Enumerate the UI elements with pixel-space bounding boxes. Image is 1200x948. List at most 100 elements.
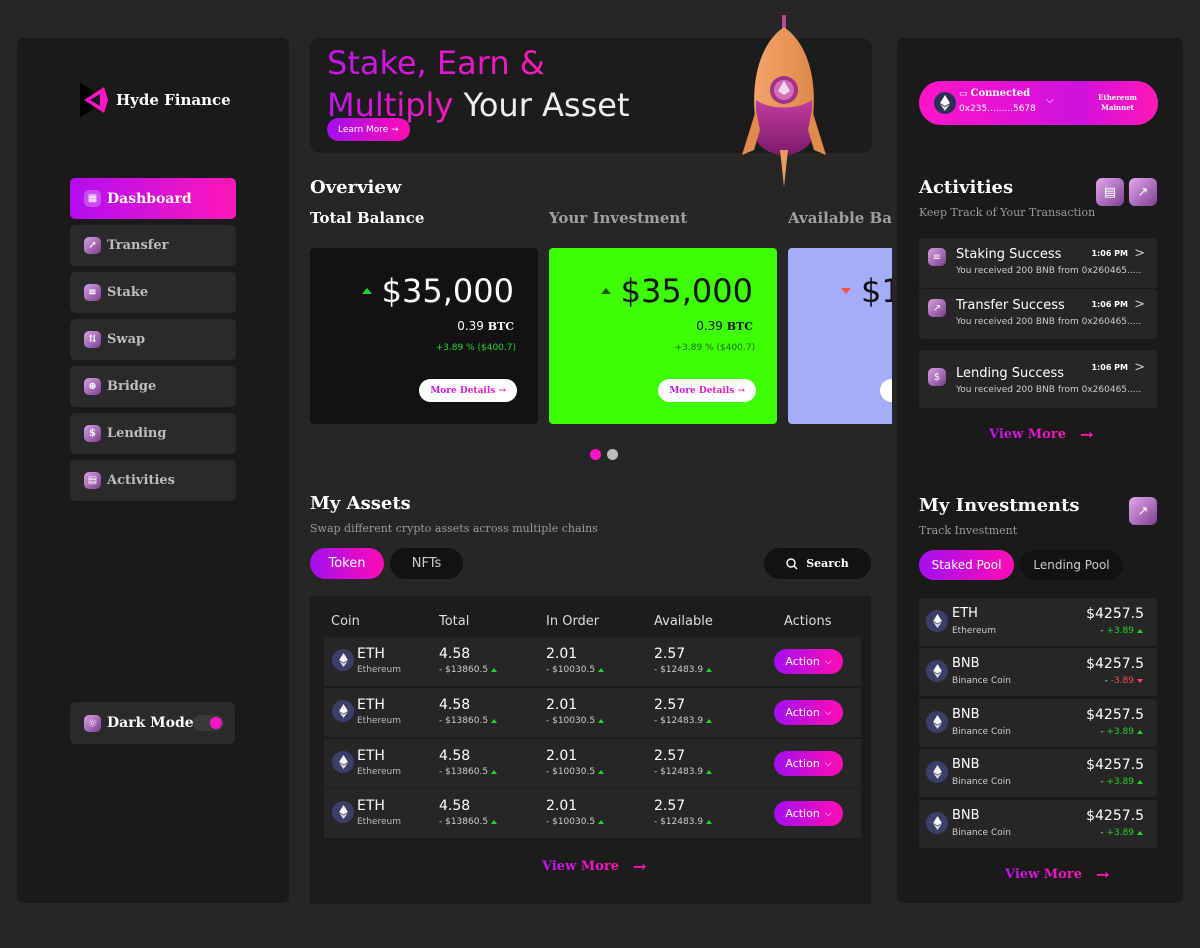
investment-item[interactable]: BNB Binance Coin $4257.5 - +3.89 xyxy=(919,749,1157,797)
investment-amount: $35,000 xyxy=(600,272,753,310)
rocket-illustration xyxy=(742,15,826,187)
sidebar-item-transfer[interactable]: ↗ Transfer xyxy=(70,225,236,266)
assets-view-more-link[interactable]: View More → xyxy=(542,857,646,876)
column-header: Available xyxy=(654,614,713,629)
activity-item[interactable]: ≡ Staking Success You received 200 BNB fro… xyxy=(919,238,1157,288)
available-usd: - $12483.9 xyxy=(654,817,713,827)
calendar-filter-button[interactable]: ▤ xyxy=(1096,178,1124,206)
investments-export-button[interactable]: ↗ xyxy=(1129,497,1157,525)
chevron-down-icon: ⌵ xyxy=(824,707,832,718)
investment-item[interactable]: BNB Binance Coin $4257.5 - +3.89 xyxy=(919,699,1157,747)
ethereum-icon xyxy=(332,649,354,671)
available-usd: - $12483.9 xyxy=(654,716,713,726)
sidebar-item-label: Swap xyxy=(107,332,146,347)
table-row: ETH Ethereum 4.58 - $13860.5 2.01 - $10030.5 2… xyxy=(324,739,861,788)
more-details-button[interactable] xyxy=(880,379,892,402)
activities-view-more-link[interactable]: View More → xyxy=(989,425,1093,444)
coin-chain: Ethereum xyxy=(357,817,401,827)
brand-logo[interactable]: Hyde Finance xyxy=(80,83,231,117)
brand-name: Hyde Finance xyxy=(116,91,231,109)
sidebar-item-stake[interactable]: ≡ Stake xyxy=(70,272,236,313)
investment-item[interactable]: BNB Binance Coin $4257.5 - -3.89 xyxy=(919,648,1157,696)
investment-symbol: BNB xyxy=(952,757,980,772)
column-header: Actions xyxy=(784,614,832,629)
search-icon xyxy=(786,557,798,569)
activity-item[interactable]: $ Lending Success You received 200 BNB fro… xyxy=(919,350,1157,408)
export-button[interactable]: ↗ xyxy=(1129,178,1157,206)
activity-time: 1:06 PM xyxy=(1091,249,1128,258)
balance-change: +3.89 % ($400.7) xyxy=(435,343,516,353)
more-details-button[interactable]: More Details → xyxy=(658,379,756,402)
investment-name: Binance Coin xyxy=(952,777,1011,787)
investment-name: Binance Coin xyxy=(952,676,1011,686)
sidebar: Hyde Finance ▦ Dashboard ↗ Transfer ≡ St… xyxy=(17,38,289,903)
chevron-down-icon[interactable]: ⌵ xyxy=(1046,95,1054,106)
dark-mode-toggle[interactable] xyxy=(193,715,224,731)
total-usd: - $13860.5 xyxy=(439,817,498,827)
investment-price: $4257.5 xyxy=(1086,606,1144,622)
activity-time: 1:06 PM xyxy=(1091,300,1128,309)
arrow-right-icon: → xyxy=(632,857,647,876)
dark-mode-label: Dark Mode xyxy=(107,715,194,731)
sidebar-item-lending[interactable]: $ Lending xyxy=(70,413,236,454)
trend-down-icon xyxy=(841,288,851,294)
trend-up-icon xyxy=(491,668,498,672)
sidebar-item-label: Dashboard xyxy=(107,190,192,207)
total-usd: - $13860.5 xyxy=(439,665,498,675)
tab-token[interactable]: Token xyxy=(310,548,384,579)
chevron-right-icon[interactable]: > xyxy=(1134,246,1145,261)
network-selector[interactable]: Ethereum Mainnet xyxy=(1077,81,1158,125)
balance-card[interactable]: $35,000 0.39 BTC +3.89 % ($400.7) More D… xyxy=(310,248,538,424)
investment-item[interactable]: ETH Ethereum $4257.5 - +3.89 xyxy=(919,598,1157,646)
sidebar-item-activities[interactable]: ▤ Activities xyxy=(70,460,236,501)
external-link-icon: ↗ xyxy=(1137,184,1149,200)
more-details-button[interactable]: More Details → xyxy=(419,379,517,402)
investment-change: - +3.89 xyxy=(1100,828,1143,838)
chevron-right-icon[interactable]: > xyxy=(1134,360,1145,375)
action-dropdown-button[interactable]: Action ⌵ xyxy=(774,751,843,776)
learn-more-button[interactable]: Learn More → xyxy=(327,118,410,141)
available-usd: - $12483.9 xyxy=(654,665,713,675)
coin-chain: Ethereum xyxy=(357,716,401,726)
in-order-usd: - $10030.5 xyxy=(546,767,605,777)
tab-nfts[interactable]: NFTs xyxy=(390,548,463,579)
chevron-down-icon: ⌵ xyxy=(824,808,832,819)
sidebar-item-bridge[interactable]: ⊛ Bridge xyxy=(70,366,236,407)
wallet-connected-button[interactable]: ▭ Connected 0x235.........5678 ⌵ Ethereum… xyxy=(919,81,1158,125)
investments-view-more-link[interactable]: View More → xyxy=(1005,865,1109,884)
available-usd: - $12483.9 xyxy=(654,767,713,777)
chevron-down-icon: ⌵ xyxy=(824,758,832,769)
tab-lending-pool[interactable]: Lending Pool xyxy=(1020,550,1123,580)
action-dropdown-button[interactable]: Action ⌵ xyxy=(774,649,843,674)
investment-item[interactable]: BNB Binance Coin $4257.5 - +3.89 xyxy=(919,800,1157,848)
sidebar-item-dashboard[interactable]: ▦ Dashboard xyxy=(70,178,236,219)
card-title-investment: Your Investment xyxy=(549,209,688,227)
arrow-right-icon: → xyxy=(1095,865,1110,884)
action-dropdown-button[interactable]: Action ⌵ xyxy=(774,801,843,826)
column-header: In Order xyxy=(546,614,600,629)
sidebar-item-swap[interactable]: ⇅ Swap xyxy=(70,319,236,360)
available-card[interactable]: $1 xyxy=(788,248,892,424)
card-title-available: Available Bal xyxy=(788,209,892,227)
chevron-right-icon[interactable]: > xyxy=(1134,297,1145,312)
investment-change: - +3.89 xyxy=(1100,727,1143,737)
stack-icon: ≡ xyxy=(84,284,101,301)
activity-item[interactable]: ↗ Transfer Success You received 200 BNB fr… xyxy=(919,289,1157,339)
hyde-logo-icon xyxy=(80,83,108,117)
investment-price: $4257.5 xyxy=(1086,707,1144,723)
coin-symbol: ETH xyxy=(357,697,385,713)
column-header: Total xyxy=(439,614,470,629)
investment-card[interactable]: $35,000 0.39 BTC +3.89 % ($400.7) More D… xyxy=(549,248,777,424)
search-button[interactable]: Search xyxy=(764,548,871,579)
carousel-dot[interactable] xyxy=(607,449,618,460)
arrow-right-icon: → xyxy=(1079,425,1094,444)
activity-description: You received 200 BNB from 0x260465..... xyxy=(956,266,1142,276)
trend-up-icon xyxy=(598,719,605,723)
trend-up-icon xyxy=(1137,629,1143,633)
tab-staked-pool[interactable]: Staked Pool xyxy=(919,550,1014,580)
carousel-dot-active[interactable] xyxy=(590,449,601,460)
chevron-down-icon: ⌵ xyxy=(824,656,832,667)
table-row: ETH Ethereum 4.58 - $13860.5 2.01 - $10030.5 2… xyxy=(324,637,861,686)
action-dropdown-button[interactable]: Action ⌵ xyxy=(774,700,843,725)
stack-icon: ≡ xyxy=(928,248,946,266)
